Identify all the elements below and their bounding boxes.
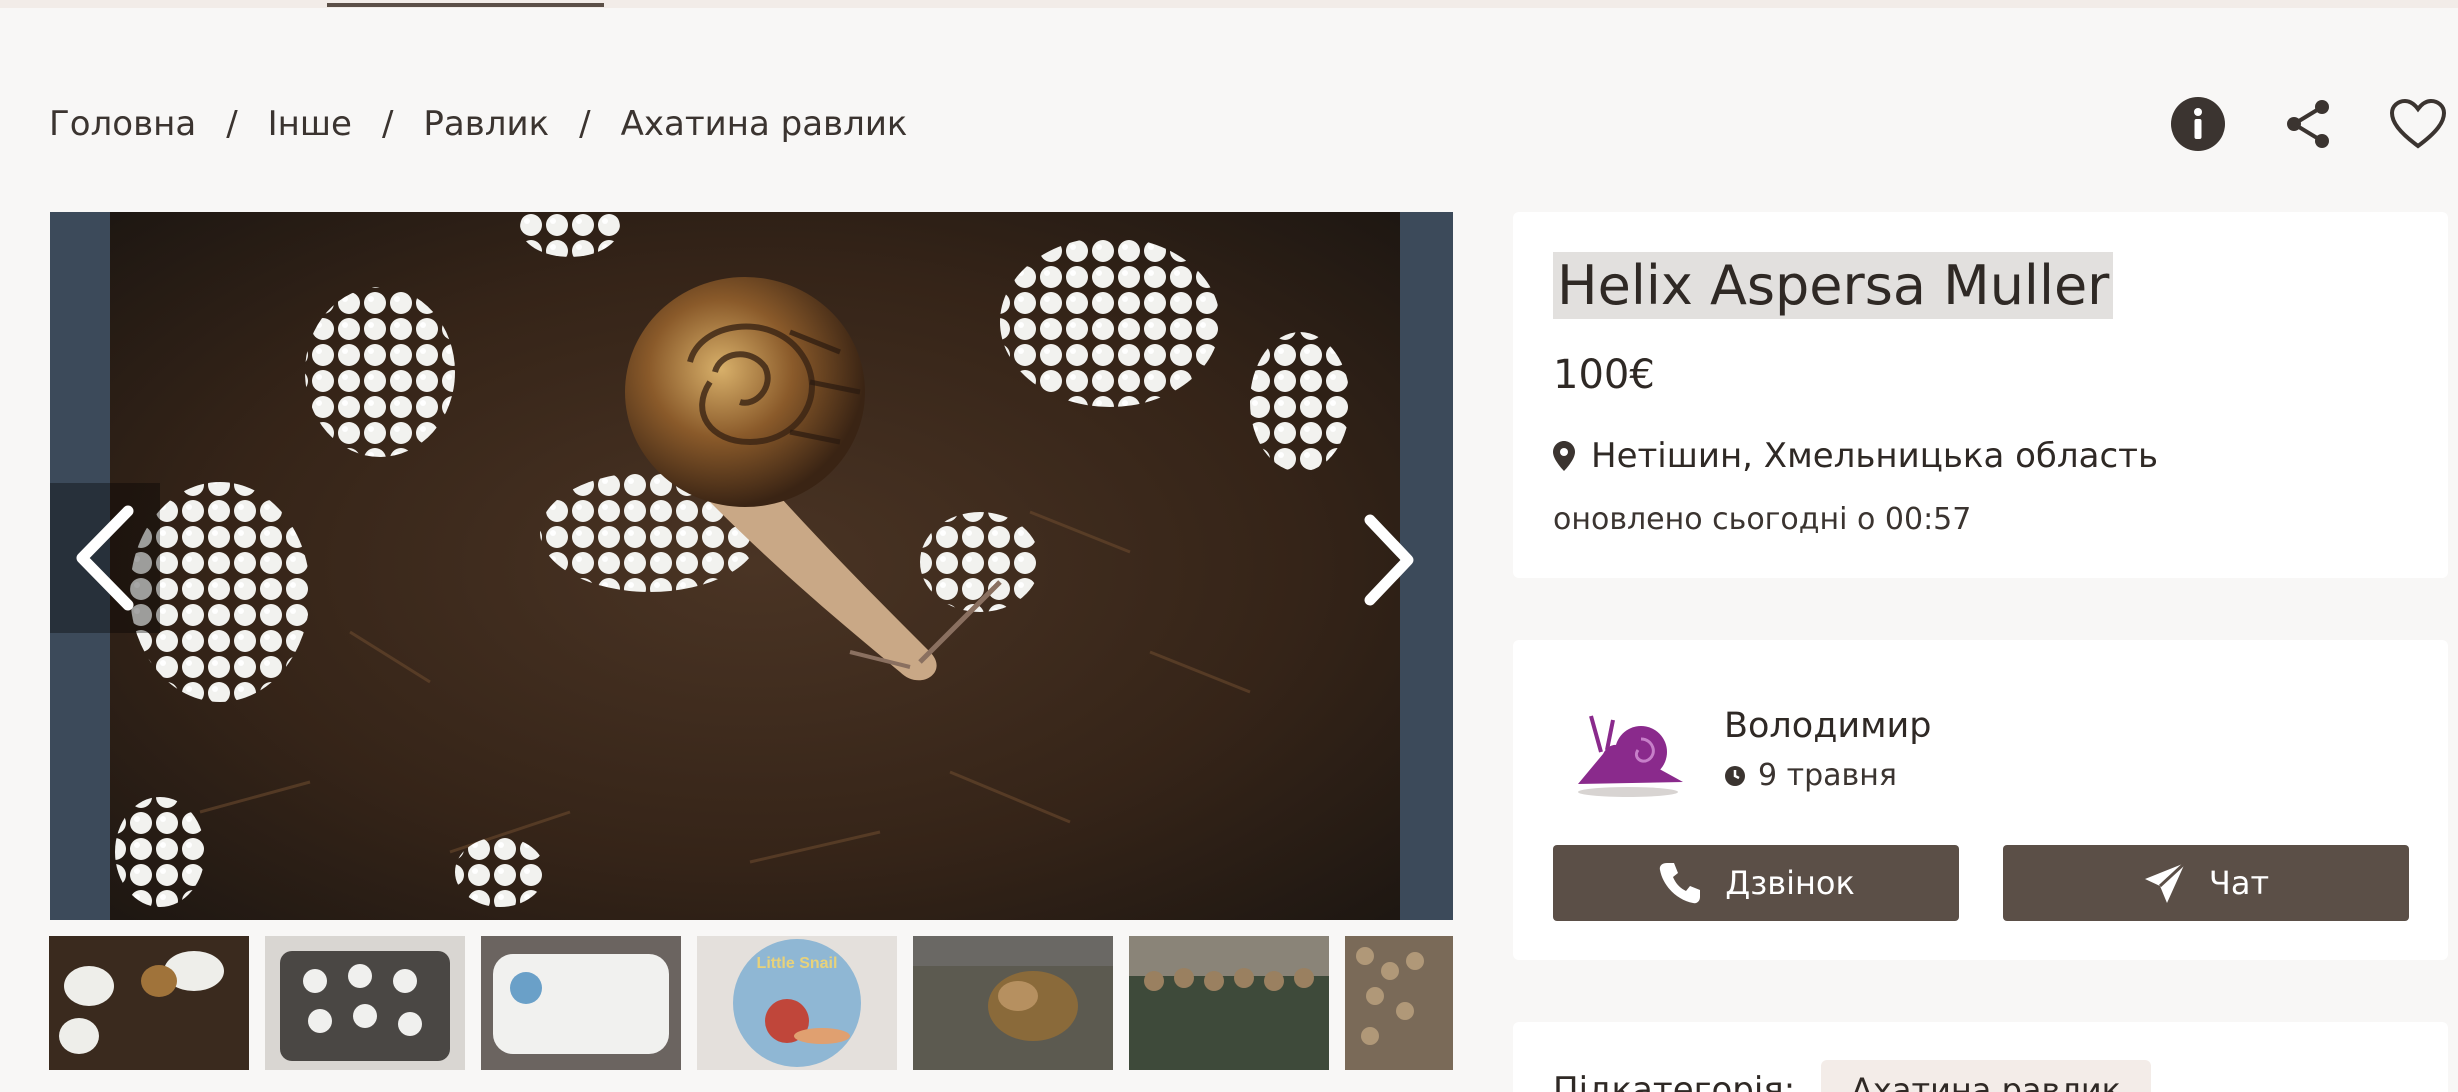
- breadcrumb-separator: /: [381, 104, 394, 144]
- thumbnail-1[interactable]: [49, 936, 249, 1070]
- thumbnail-6[interactable]: [1129, 936, 1329, 1070]
- thumbnail-image: [481, 936, 681, 1070]
- breadcrumb-home[interactable]: Головна: [49, 104, 196, 144]
- subcategory-chip[interactable]: Ахатина равлик: [1821, 1060, 2151, 1092]
- thumbnail-2[interactable]: [265, 936, 465, 1070]
- avatar: [1578, 715, 1683, 797]
- chat-button[interactable]: Чат: [2003, 845, 2409, 921]
- chat-button-label: Чат: [2208, 864, 2270, 902]
- main-photo: [50, 212, 1453, 920]
- breadcrumb-separator: /: [579, 104, 591, 144]
- photo-gallery[interactable]: [50, 212, 1453, 920]
- call-button-label: Дзвінок: [1725, 864, 1855, 902]
- thumbnail-3[interactable]: [481, 936, 681, 1070]
- info-icon: [2171, 97, 2225, 151]
- breadcrumb-other[interactable]: Інше: [268, 104, 352, 144]
- paper-plane-icon: [2144, 861, 2186, 903]
- chevron-right-icon: [1364, 514, 1414, 606]
- breadcrumb-separator: /: [226, 104, 238, 144]
- thumbnail-image: [1129, 936, 1329, 1070]
- svg-text:Little Snail: Little Snail: [757, 955, 838, 972]
- subcategory-label: Підкатегорія:: [1553, 1070, 1796, 1092]
- active-tab-indicator: [327, 3, 604, 7]
- listing-title: Helix Aspersa Muller: [1553, 252, 2114, 319]
- call-button[interactable]: Дзвінок: [1553, 845, 1959, 921]
- thumbnail-5[interactable]: [913, 936, 1113, 1070]
- phone-icon: [1660, 863, 1701, 904]
- breadcrumb-snail[interactable]: Равлик: [423, 104, 549, 144]
- heart-icon: [2389, 98, 2447, 149]
- favorite-button[interactable]: [2388, 94, 2448, 154]
- clock-icon: [1725, 765, 1745, 786]
- map-pin-icon: [1553, 441, 1575, 471]
- thumbnail-strip: Little Snail: [49, 936, 1453, 1070]
- seller-date-text: 9 травня: [1758, 758, 1897, 793]
- listing-info-card: Helix Aspersa Muller 100€ Нетішин, Хмель…: [1513, 212, 2448, 578]
- thumbnail-image: Little Snail: [697, 936, 897, 1070]
- listing-actions: [2168, 94, 2448, 154]
- listing-location: Нетішин, Хмельницька область: [1553, 436, 2158, 476]
- thumbnail-7[interactable]: [1345, 936, 1453, 1070]
- updated-timestamp: оновлено сьогодні о 00:57: [1553, 502, 1972, 537]
- thumbnail-image: [1345, 936, 1453, 1070]
- share-icon: [2287, 100, 2329, 148]
- thumbnail-4[interactable]: Little Snail: [697, 936, 897, 1070]
- thumbnail-image: [49, 936, 249, 1070]
- details-card: Підкатегорія: Ахатина равлик: [1513, 1022, 2448, 1092]
- breadcrumb: Головна / Інше / Равлик / Ахатина равлик: [49, 104, 907, 144]
- breadcrumb-current[interactable]: Ахатина равлик: [621, 104, 908, 144]
- gallery-prev-button[interactable]: [50, 483, 160, 633]
- seller-name[interactable]: Володимир: [1724, 706, 1932, 746]
- seller-card: Володимир 9 травня Дзвінок Чат: [1513, 640, 2448, 960]
- seller-date: 9 травня: [1724, 758, 1897, 793]
- thumbnail-image: [265, 936, 465, 1070]
- chevron-left-icon: [76, 505, 134, 611]
- gallery-next-button[interactable]: [1345, 495, 1435, 625]
- share-button[interactable]: [2278, 94, 2338, 154]
- listing-price: 100€: [1553, 352, 1655, 398]
- thumbnail-image: [913, 936, 1113, 1070]
- location-text: Нетішин, Хмельницька область: [1591, 436, 2158, 476]
- info-button[interactable]: [2168, 94, 2228, 154]
